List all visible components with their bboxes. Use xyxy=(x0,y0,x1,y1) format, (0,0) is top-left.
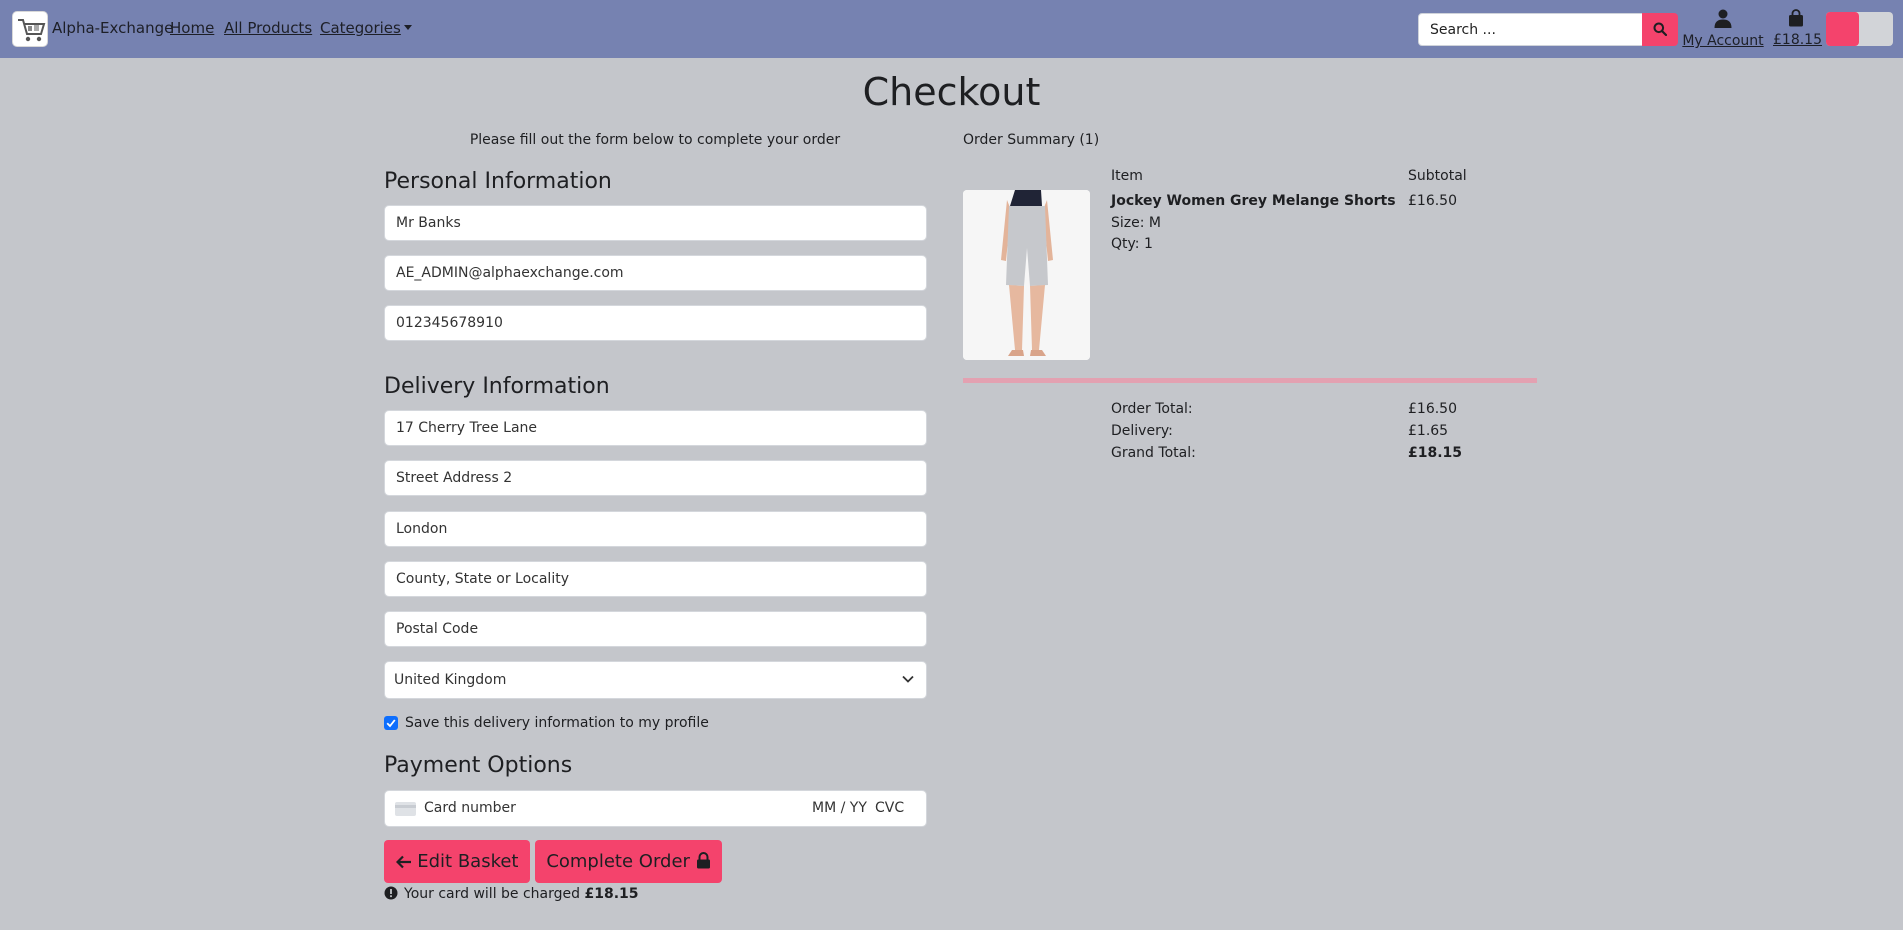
my-account-label: My Account xyxy=(1682,33,1764,49)
nav-home[interactable]: Home xyxy=(170,19,214,37)
edit-basket-label: Edit Basket xyxy=(417,851,519,872)
save-delivery-label[interactable]: Save this delivery information to my pro… xyxy=(405,715,709,731)
brand-name[interactable]: Alpha-Exchange xyxy=(52,19,173,37)
logo[interactable] xyxy=(12,11,48,47)
product-size: Size: M xyxy=(1111,215,1161,231)
delivery-label: Delivery: xyxy=(1111,423,1173,439)
user-icon xyxy=(1714,9,1732,28)
chevron-down-icon xyxy=(902,675,914,683)
search-input[interactable] xyxy=(1418,13,1643,46)
order-total-value: £16.50 xyxy=(1408,401,1457,417)
card-input[interactable]: Card number MM / YY CVC xyxy=(384,790,927,827)
navbar: Alpha-Exchange Home All Products Categor… xyxy=(0,0,1903,58)
edit-basket-button[interactable]: Edit Basket xyxy=(384,840,530,883)
exclamation-circle-icon xyxy=(384,886,398,900)
postcode-field[interactable] xyxy=(384,611,927,647)
product-photo xyxy=(963,190,1090,360)
product-quantity: Qty: 1 xyxy=(1111,236,1153,252)
delivery-info-heading: Delivery Information xyxy=(384,374,610,399)
shopping-cart-logo-icon xyxy=(18,19,46,42)
basket-link[interactable]: £18.15 xyxy=(1773,9,1822,48)
grand-total-value: £18.15 xyxy=(1408,445,1463,461)
complete-order-label: Complete Order xyxy=(546,851,690,872)
summary-divider xyxy=(963,378,1537,383)
checkmark-icon xyxy=(386,719,396,728)
search-icon xyxy=(1653,22,1667,36)
credit-card-icon xyxy=(395,802,416,816)
toggle-knob xyxy=(1826,12,1859,46)
product-name[interactable]: Jockey Women Grey Melange Shorts xyxy=(1111,193,1396,209)
product-image[interactable] xyxy=(963,190,1090,360)
order-summary-title: Order Summary (1) xyxy=(963,132,1100,148)
subtotal-column-header: Subtotal xyxy=(1408,168,1467,184)
grand-total-label: Grand Total: xyxy=(1111,445,1196,461)
charge-amount: £18.15 xyxy=(584,886,639,902)
personal-info-heading: Personal Information xyxy=(384,169,612,194)
page-subtitle: Please fill out the form below to comple… xyxy=(469,132,841,148)
theme-toggle[interactable] xyxy=(1826,12,1893,46)
save-delivery-checkbox[interactable] xyxy=(384,716,398,730)
complete-order-button[interactable]: Complete Order xyxy=(535,840,722,883)
county-field[interactable] xyxy=(384,561,927,597)
page-title: Checkout xyxy=(862,70,1041,114)
caret-down-icon xyxy=(403,25,412,30)
nav-categories-label: Categories xyxy=(320,19,401,37)
full-name-field[interactable] xyxy=(384,205,927,241)
card-expiry-placeholder: MM / YY xyxy=(812,800,867,816)
card-cvc-placeholder: CVC xyxy=(875,800,905,816)
basket-total: £18.15 xyxy=(1773,32,1822,48)
town-city-field[interactable] xyxy=(384,511,927,547)
email-field[interactable] xyxy=(384,255,927,291)
country-select[interactable]: United Kingdom xyxy=(384,661,927,699)
country-select-value: United Kingdom xyxy=(394,672,507,688)
phone-field[interactable] xyxy=(384,305,927,341)
my-account-link[interactable]: My Account xyxy=(1682,9,1764,49)
nav-categories-dropdown[interactable]: Categories xyxy=(320,19,412,37)
order-total-label: Order Total: xyxy=(1111,401,1193,417)
shopping-bag-icon xyxy=(1789,9,1803,27)
delivery-value: £1.65 xyxy=(1408,423,1449,439)
street-address-2-field[interactable] xyxy=(384,460,927,496)
charge-note-text: Your card will be charged xyxy=(404,886,581,902)
charge-note: Your card will be charged £18.15 xyxy=(384,886,639,902)
item-column-header: Item xyxy=(1111,168,1143,184)
payment-options-heading: Payment Options xyxy=(384,753,573,778)
street-address-1-field[interactable] xyxy=(384,410,927,446)
card-number-placeholder: Card number xyxy=(424,800,516,816)
product-subtotal: £16.50 xyxy=(1408,193,1457,209)
lock-icon xyxy=(696,852,710,869)
arrow-left-icon xyxy=(395,855,411,869)
search-button[interactable] xyxy=(1642,13,1678,46)
nav-all-products[interactable]: All Products xyxy=(224,19,312,37)
